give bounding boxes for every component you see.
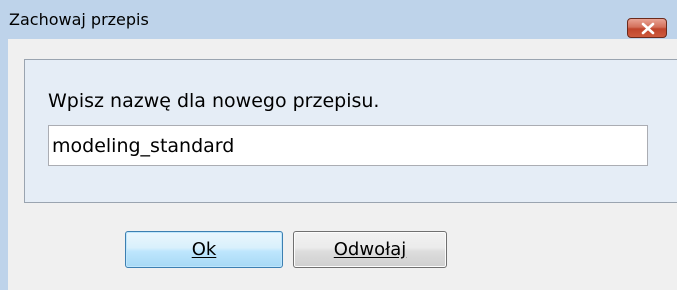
dialog-body: Wpisz nazwę dla nowego przepisu. Ok Odwo… — [8, 39, 677, 290]
close-button[interactable] — [627, 18, 667, 38]
cancel-button[interactable]: Odwołaj — [293, 231, 447, 268]
recipe-name-input[interactable] — [48, 125, 648, 166]
title-bar[interactable]: Zachowaj przepis — [0, 0, 677, 39]
prompt-label: Wpisz nazwę dla nowego przepisu. — [48, 90, 380, 112]
ok-button[interactable]: Ok — [125, 231, 283, 268]
input-panel: Wpisz nazwę dla nowego przepisu. — [24, 59, 677, 203]
window-title: Zachowaj przepis — [9, 10, 149, 29]
close-icon — [641, 22, 655, 35]
save-recipe-dialog: Zachowaj przepis Wpisz nazwę dla nowego … — [0, 0, 677, 290]
